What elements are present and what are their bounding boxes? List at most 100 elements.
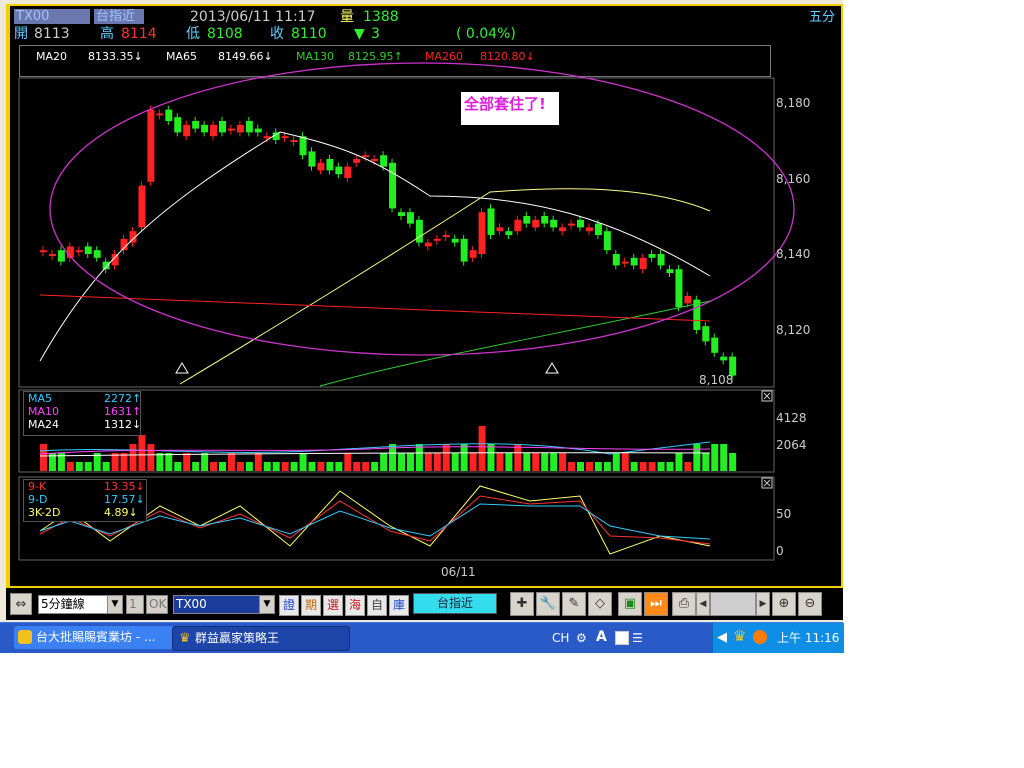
collapse-icon[interactable]: ⇔ [10,593,32,615]
symbol-input[interactable]: TX00 [173,595,261,614]
volume-bar [129,444,137,471]
candle-body [317,162,325,171]
volume-bar [210,462,218,471]
task-item-browser[interactable]: 台大批賜賜賓業坊 - ... [14,626,184,649]
volume-bar [684,462,692,471]
symbol-dropdown-icon[interactable]: ▼ [259,595,275,614]
volume-bar [236,462,244,471]
volume-bar [460,444,468,471]
candle-body [639,257,647,270]
volume-bar [406,453,414,471]
category-button[interactable]: 庫 [389,595,409,616]
crown-tray-icon[interactable]: ♛ [733,628,746,644]
candle-body [398,212,405,216]
zoom-out-icon[interactable]: ⊖ [798,592,822,616]
candle-body [281,136,289,139]
ok-button[interactable]: OK [146,595,168,614]
pencil-icon[interactable]: ✎ [562,592,586,616]
volume-bar [675,453,683,471]
candle-body [406,212,414,224]
app-window: TX00 台指近 2013/06/11 11:17 量 1388 五分 開 81… [0,0,844,653]
wrench-icon[interactable]: 🔧 [536,592,560,616]
candle-body [245,121,253,133]
candle-body [227,128,235,131]
candle-body [550,219,558,228]
grid-icon[interactable]: ▣ [618,592,642,616]
volume-bar [621,453,629,471]
candle-body [433,238,441,241]
back-icon[interactable]: ◀ [717,630,727,646]
period-select[interactable]: 5分鐘線 [38,595,108,614]
price-tick-label: 8,140 [776,247,811,261]
candle-body [702,326,710,342]
volume-legend-value: 2272↑ [104,392,142,405]
candle-body [380,155,388,167]
volume-bar [147,444,155,471]
candle-body [165,109,173,121]
volume-bar [40,444,47,471]
candle-body [720,356,728,361]
fast-forward-icon[interactable]: ⏭ [644,592,668,616]
candle-body [603,231,611,251]
count-field[interactable]: 1 [126,595,144,614]
category-button[interactable]: 證 [279,595,299,616]
volume-bar [532,453,540,471]
category-button[interactable]: 選 [323,595,343,616]
volume-bar [371,462,379,471]
volume-bar [702,453,710,471]
candle-body [219,121,226,133]
volume-bar [201,453,209,471]
crosshair-icon[interactable]: ✚ [510,592,534,616]
candle-body [577,219,584,228]
volume-bar [326,462,334,471]
volume-bar [174,462,182,471]
ime-mode-icon[interactable]: ⚙ [576,630,587,646]
period-dropdown-icon[interactable]: ▼ [107,595,123,614]
ime-menu-icon[interactable]: ☰ [632,630,643,646]
scroll-left-icon[interactable]: ◀ [696,592,710,616]
category-button[interactable]: 自 [367,595,387,616]
volume-legend-label: MA24 [28,418,60,431]
volume-bar [380,453,388,471]
fullwidth-icon[interactable] [615,631,629,645]
candle-body [75,250,83,253]
ime-indicator[interactable]: CH [552,630,569,646]
date-tick-label: 06/11 [441,565,476,579]
scroll-track[interactable] [710,592,756,616]
candle-body [675,269,683,308]
volume-bar [720,444,728,471]
candle-body [335,166,343,175]
font-icon[interactable]: A [596,629,607,645]
candle-body [371,159,379,161]
candle-body [254,128,262,133]
eraser-icon[interactable]: ◇ [588,592,612,616]
volume-bar [442,444,450,471]
volume-bar [335,462,343,471]
kd-legend-label: 3K-2D [28,506,61,519]
volume-bar [111,453,119,471]
candle-body [415,219,423,243]
candle-body [496,227,504,232]
category-button[interactable]: 海 [345,595,365,616]
tray-app-icon[interactable] [753,630,767,644]
category-button[interactable]: 期 [301,595,321,616]
print-icon[interactable]: ⎙ [672,592,696,616]
scroll-right-icon[interactable]: ▶ [756,592,770,616]
candle-body [344,166,352,178]
taskbar: 台大批賜賜賓業坊 - ... ♛ 群益贏家策略王 CH ⚙ A ☰ ◀ ♛ 上午… [0,622,844,653]
candle-body [594,223,602,235]
kd-legend-value: 4.89↓ [104,506,138,519]
volume-bar [281,462,289,471]
volume-bar [344,453,352,471]
volume-bar [559,453,567,471]
candle-body [236,124,244,133]
task-item-trader[interactable]: ♛ 群益贏家策略王 [172,626,350,651]
zoom-in-icon[interactable]: ⊕ [772,592,796,616]
volume-bar [594,462,602,471]
candle-body [57,250,65,262]
volume-bar [639,462,647,471]
volume-legend-value: 1312↓ [104,418,142,431]
kd-close-icon-x [763,479,771,487]
volume-bar [487,444,495,471]
candle-body [442,235,450,237]
